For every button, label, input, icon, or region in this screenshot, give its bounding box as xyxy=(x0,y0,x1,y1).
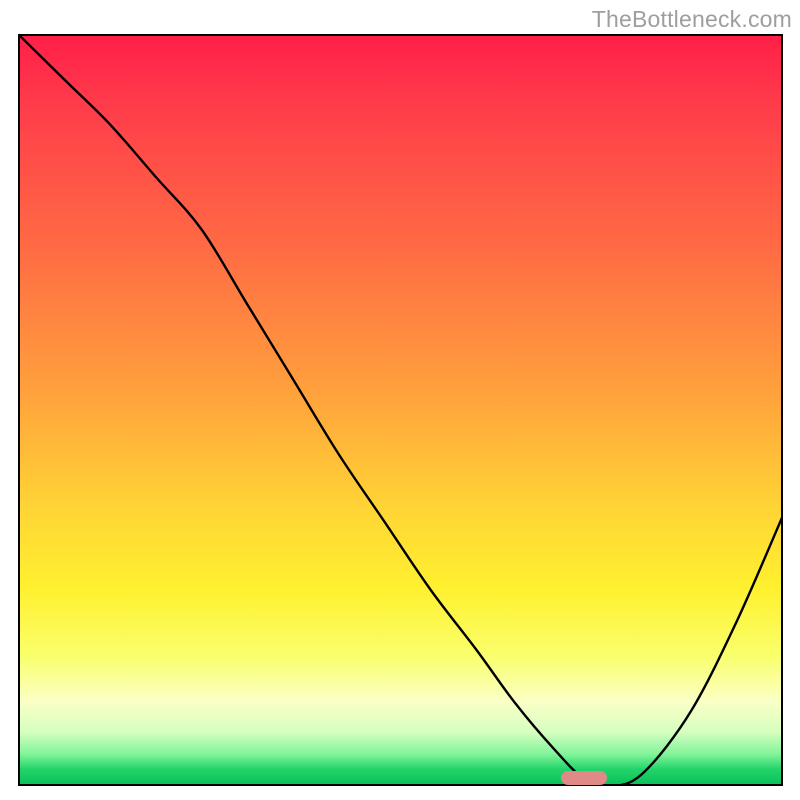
line-plot xyxy=(18,34,783,786)
chart-container xyxy=(18,34,783,786)
optimal-marker xyxy=(561,771,607,785)
watermark-text: TheBottleneck.com xyxy=(592,6,792,33)
bottleneck-curve xyxy=(18,34,783,786)
